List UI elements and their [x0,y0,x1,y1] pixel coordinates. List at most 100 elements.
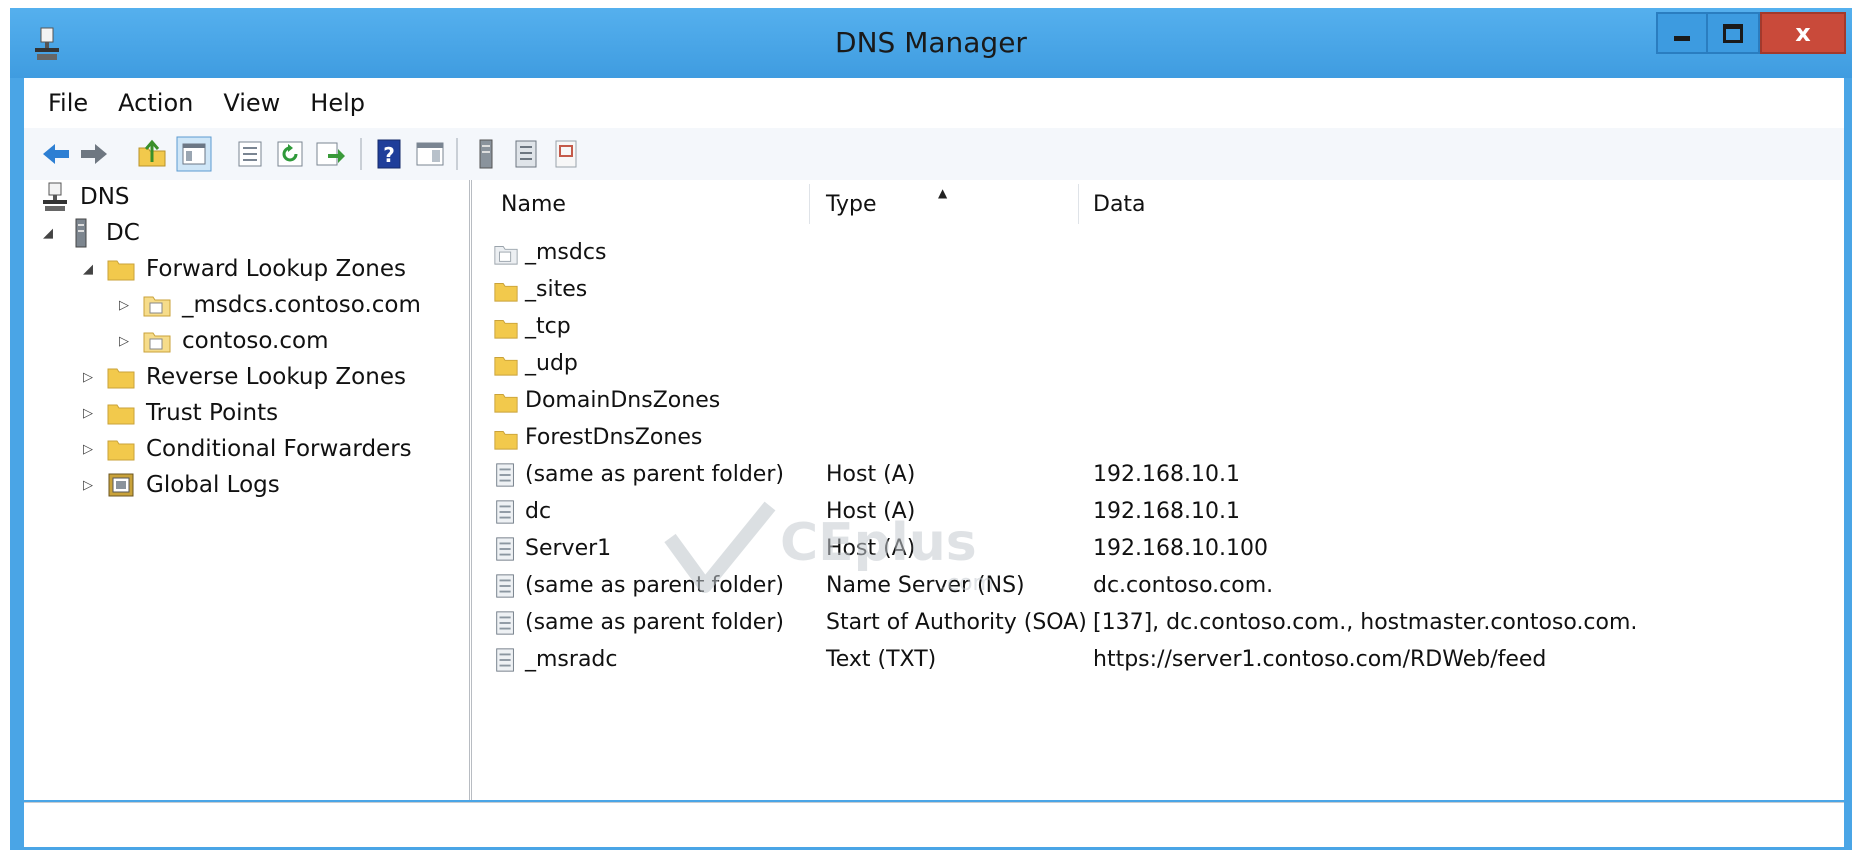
record-icon [496,462,514,487]
column-header-type[interactable]: Type ▲ [810,184,1078,224]
up-folder-icon[interactable] [136,138,168,170]
record-name: (same as parent folder) [525,610,784,635]
table-row[interactable]: DomainDnsZones [479,382,1844,419]
minimize-icon [1674,35,1690,41]
column-header-data[interactable]: Data [1079,184,1839,224]
record-name: (same as parent folder) [525,462,784,487]
record-icon [496,536,514,561]
export-list-icon[interactable] [314,138,346,170]
cell-name: _msdcs [493,234,606,271]
tree-item-forward-lookup-zones[interactable]: ◢ Forward Lookup Zones [78,252,406,286]
expand-arrow-icon[interactable]: ▷ [78,406,98,421]
cell-name: dc [493,493,551,530]
column-label: Type [826,191,877,217]
title-bar[interactable]: DNS Manager x [10,8,1852,78]
properties-icon[interactable] [234,138,266,170]
cell-name: _tcp [493,308,571,345]
collapse-arrow-icon[interactable]: ◢ [38,226,58,241]
menu-help[interactable]: Help [310,89,365,117]
collapse-arrow-icon[interactable]: ◢ [78,262,98,277]
table-row[interactable]: _msradc Text (TXT) https://server1.contoso… [479,641,1844,678]
svg-text:?: ? [383,143,395,167]
help-icon[interactable]: ? [374,138,406,170]
records-list: Name Type ▲ Data _msdcs _sites _tcp _udp Dom… [479,180,1844,800]
tree-label: Trust Points [146,400,279,426]
table-row[interactable]: _msdcs [479,234,1844,271]
close-button[interactable]: x [1760,12,1846,54]
tree-item-conditional-forwarders[interactable]: ▷ Conditional Forwarders [78,432,412,466]
tree-item-zone-contoso[interactable]: ▷ contoso.com [114,324,328,358]
folder-icon [494,393,518,413]
back-arrow-icon[interactable] [40,138,72,170]
tree-item-reverse-lookup-zones[interactable]: ▷ Reverse Lookup Zones [78,360,406,394]
menu-file[interactable]: File [48,89,88,117]
watermark-text: CEplus [780,513,977,573]
event-log-icon [108,473,134,497]
tree-label: Global Logs [146,472,280,498]
tree-item-zone-msdcs[interactable]: ▷ _msdcs.contoso.com [114,288,421,322]
cell-data: [137], dc.contoso.com., hostmaster.conto… [1093,610,1638,635]
record-icon [496,610,514,635]
tree-label: contoso.com [182,328,329,354]
folder-icon [107,368,135,389]
cell-data: 192.168.10.1 [1093,462,1240,487]
dns-server-icon [43,182,67,211]
cell-type: Host (A) [826,462,916,487]
tree-item-trust-points[interactable]: ▷ Trust Points [78,396,278,430]
table-row[interactable]: ForestDnsZones [479,419,1844,456]
maximize-button[interactable] [1708,12,1760,54]
minimize-button[interactable] [1656,12,1708,54]
server-icon [75,218,87,248]
table-row[interactable]: (same as parent folder) Host (A) 192.168.1… [479,456,1844,493]
show-hide-console-tree-icon[interactable] [176,136,212,172]
expand-arrow-icon[interactable]: ▷ [78,478,98,493]
window-title: DNS Manager [835,26,1027,59]
record-icon [496,499,514,524]
tree-item-dns[interactable]: DNS [40,180,130,214]
dns-manager-window: DNS Manager x File Action View Help ? DN… [10,8,1852,850]
expand-arrow-icon[interactable]: ▷ [78,370,98,385]
maximize-icon [1723,23,1743,43]
column-label: Name [501,191,566,217]
tree-label: Reverse Lookup Zones [146,364,406,390]
tree-item-global-logs[interactable]: ▷ Global Logs [78,468,280,502]
folder-icon [494,282,518,302]
menu-action[interactable]: Action [118,89,193,117]
table-row[interactable]: (same as parent folder) Start of Authorit… [479,604,1844,641]
table-row[interactable]: _udp [479,345,1844,382]
cell-name: DomainDnsZones [493,382,720,419]
watermark-suffix: .com [940,571,994,596]
refresh-icon[interactable] [274,138,306,170]
menu-bar: File Action View Help [24,78,1844,128]
tree-label: DNS [80,184,130,210]
cell-name: ForestDnsZones [493,419,702,456]
show-action-pane-icon[interactable] [414,138,446,170]
folder-icon [494,430,518,450]
table-row[interactable]: _tcp [479,308,1844,345]
forward-arrow-icon[interactable] [78,138,110,170]
record-name: dc [525,499,552,524]
expand-arrow-icon[interactable]: ▷ [78,442,98,457]
column-header-name[interactable]: Name [479,184,809,224]
record-name: _udp [525,351,578,376]
zone-paper-icon[interactable] [550,138,582,170]
cell-name: _msradc [493,641,617,678]
zone-icon [143,296,171,317]
record-icon [496,573,514,598]
server-icon[interactable] [470,138,502,170]
menu-view[interactable]: View [223,89,280,117]
record-name: _msdcs [525,240,607,265]
tree-label: _msdcs.contoso.com [182,292,421,318]
tree-item-dc[interactable]: ◢ DC [38,216,140,250]
console-tree: DNS ◢ DC ◢ Forward Lookup Zones ▷ _msdcs… [24,180,472,800]
zone-list-icon[interactable] [510,138,542,170]
record-name: Server1 [525,536,612,561]
table-row[interactable]: _sites [479,271,1844,308]
cell-name: (same as parent folder) [493,456,784,493]
cell-data: 192.168.10.1 [1093,499,1240,524]
expand-arrow-icon[interactable]: ▷ [114,298,134,313]
cell-name: _sites [493,271,587,308]
expand-arrow-icon[interactable]: ▷ [114,334,134,349]
folder-icon [107,440,135,461]
record-name: ForestDnsZones [525,425,703,450]
